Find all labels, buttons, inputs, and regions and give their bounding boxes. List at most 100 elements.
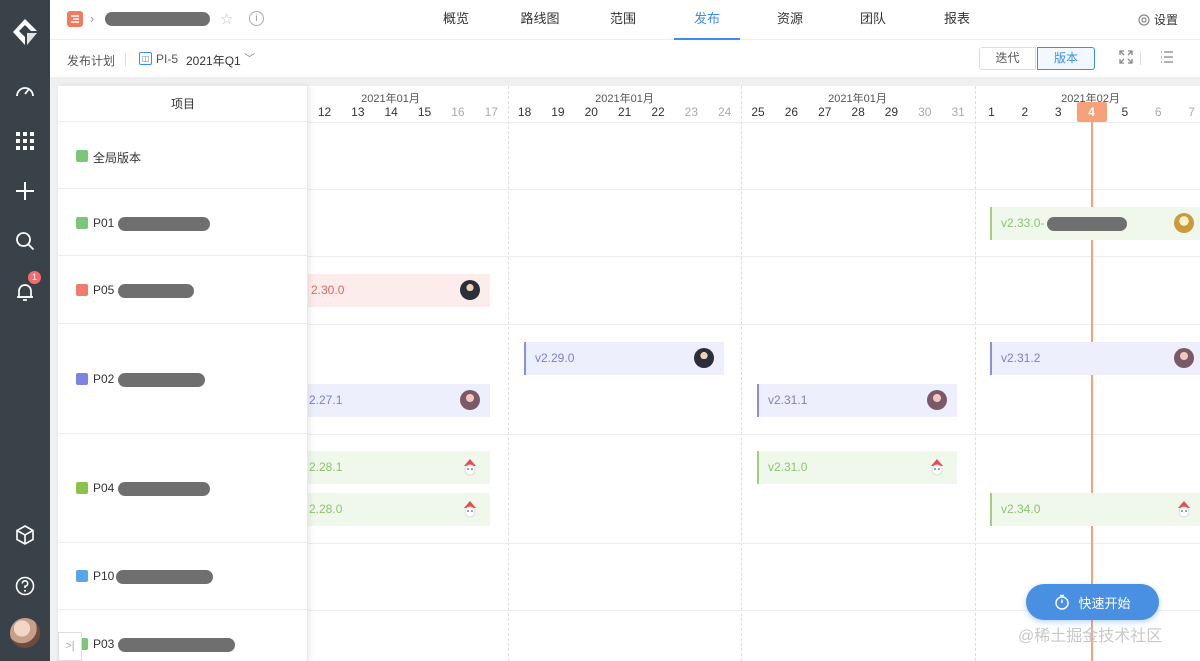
project-row[interactable]: P04 xyxy=(58,434,308,543)
divider xyxy=(1140,51,1141,65)
view-version-button[interactable]: 版本 xyxy=(1037,47,1095,70)
project-name-redacted xyxy=(118,217,210,231)
release-version: v2.34.0 xyxy=(1001,502,1041,516)
star-icon[interactable]: ☆ xyxy=(220,10,233,28)
project-name-redacted xyxy=(118,482,210,496)
user-avatar[interactable] xyxy=(10,618,40,648)
release-toolbar: 发布计划 ◫ PI-5 2021年Q1 ﹀ 迭代 版本 xyxy=(50,40,1200,78)
today-line xyxy=(1091,122,1093,661)
collapse-panel-icon[interactable]: >| xyxy=(58,632,82,661)
tab-roadmap[interactable]: 路线图 xyxy=(507,0,573,40)
assignee-avatar[interactable] xyxy=(460,390,480,410)
week-divider xyxy=(508,86,509,661)
day-label: 18 xyxy=(517,105,532,119)
day-label: 15 xyxy=(417,105,432,119)
help-icon[interactable] xyxy=(0,571,50,601)
day-label: 14 xyxy=(384,105,398,119)
release-bar[interactable]: 2.30.0 xyxy=(300,274,490,307)
chevron-down-icon[interactable]: ﹀ xyxy=(244,50,255,66)
project-row[interactable]: P02 xyxy=(58,324,308,434)
project-row[interactable]: P05 xyxy=(58,256,308,324)
assignee-avatar[interactable] xyxy=(927,457,947,477)
day-label: 25 xyxy=(751,105,765,119)
project-label: P05 xyxy=(93,283,115,297)
quarter-select[interactable]: 2021年Q1 xyxy=(186,52,241,69)
release-bar[interactable]: 2.28.1 xyxy=(300,451,490,484)
project-row[interactable]: P03 xyxy=(58,610,308,661)
day-label: 5 xyxy=(1121,105,1129,119)
day-label: 30 xyxy=(918,105,932,119)
breadcrumb-chevron-icon: › xyxy=(90,11,95,26)
tab-reports[interactable]: 报表 xyxy=(924,0,990,40)
project-row[interactable]: 全局版本 xyxy=(58,122,308,189)
tab-resources[interactable]: 资源 xyxy=(757,0,823,40)
tab-scope[interactable]: 范围 xyxy=(590,0,656,40)
project-name-redacted xyxy=(116,570,213,584)
view-iteration-button[interactable]: 迭代 xyxy=(979,47,1036,70)
release-bar[interactable]: v2.31.0 xyxy=(757,451,957,484)
day-label: 16 xyxy=(451,105,465,119)
week-divider xyxy=(741,86,742,661)
release-version: 2.30.0 xyxy=(311,283,345,297)
pi-icon: ◫ xyxy=(139,52,152,65)
project-row[interactable]: P01 xyxy=(58,189,308,256)
tab-overview[interactable]: 概览 xyxy=(423,0,489,40)
release-bar[interactable]: v2.31.1 xyxy=(757,384,957,417)
day-label: 23 xyxy=(684,105,699,119)
project-name-redacted xyxy=(118,373,205,387)
release-bar[interactable]: v2.29.0 xyxy=(524,342,724,375)
day-label: 28 xyxy=(851,105,865,119)
project-row[interactable]: P10 xyxy=(58,543,308,610)
info-icon[interactable]: i xyxy=(249,11,264,26)
release-version: 2.27.1 xyxy=(309,393,343,407)
cube-icon[interactable] xyxy=(0,520,50,550)
project-column-header: 项目 xyxy=(58,86,308,122)
release-bar[interactable]: v2.31.2 xyxy=(990,342,1200,375)
day-label: 26 xyxy=(784,105,799,119)
tab-release[interactable]: 发布 xyxy=(674,0,740,40)
add-icon[interactable] xyxy=(0,176,50,206)
assignee-avatar[interactable] xyxy=(1174,348,1194,368)
assignee-avatar[interactable] xyxy=(1174,499,1194,519)
release-bar[interactable]: v2.34.0 xyxy=(990,493,1200,526)
release-bar[interactable]: 2.27.1 xyxy=(300,384,490,417)
assignee-avatar[interactable] xyxy=(460,280,480,300)
settings-button[interactable]: 设置 xyxy=(1138,0,1178,40)
release-version: 2.28.1 xyxy=(309,460,343,474)
release-version: 2.28.0 xyxy=(309,502,343,516)
assignee-avatar[interactable] xyxy=(460,499,480,519)
project-name-redacted xyxy=(118,284,194,298)
day-label: 27 xyxy=(818,105,832,119)
day-label: 2 xyxy=(1021,105,1029,119)
tab-team[interactable]: 团队 xyxy=(840,0,906,40)
release-version: v2.31.1 xyxy=(768,393,808,407)
list-settings-icon[interactable] xyxy=(1160,50,1176,66)
day-label: 31 xyxy=(951,105,965,119)
day-label: 1 xyxy=(988,105,995,119)
release-bar[interactable]: v2.33.0- xyxy=(990,207,1200,240)
stopwatch-icon xyxy=(1055,594,1070,610)
apps-icon[interactable] xyxy=(0,126,50,156)
release-bar[interactable]: 2.28.0 xyxy=(300,493,490,526)
gear-icon xyxy=(1138,14,1150,26)
layers-icon xyxy=(76,150,88,162)
day-label: 21 xyxy=(617,105,632,119)
day-label: 22 xyxy=(651,105,665,119)
project-name-redacted xyxy=(118,638,235,652)
project-icon[interactable] xyxy=(67,11,83,27)
bell-icon[interactable] xyxy=(0,277,50,307)
project-name-redacted[interactable] xyxy=(105,12,210,26)
assignee-avatar[interactable] xyxy=(927,390,947,410)
search-icon[interactable] xyxy=(0,226,50,256)
settings-label: 设置 xyxy=(1153,13,1178,27)
assignee-avatar[interactable] xyxy=(1174,213,1194,233)
day-label: 4 xyxy=(1088,105,1095,119)
assignee-avatar[interactable] xyxy=(694,348,714,368)
fullscreen-icon[interactable] xyxy=(1119,50,1135,66)
assignee-avatar[interactable] xyxy=(460,457,480,477)
logo-icon[interactable] xyxy=(0,17,50,47)
quick-start-button[interactable]: 快速开始 xyxy=(1026,584,1159,620)
pi-label[interactable]: PI-5 xyxy=(156,52,178,66)
app-root: 1 › ☆ i 概览 路线图 范围 发布 资源 团队 报表 设置 发布计划 ◫ xyxy=(0,0,1200,661)
project-type-icon xyxy=(76,570,88,582)
